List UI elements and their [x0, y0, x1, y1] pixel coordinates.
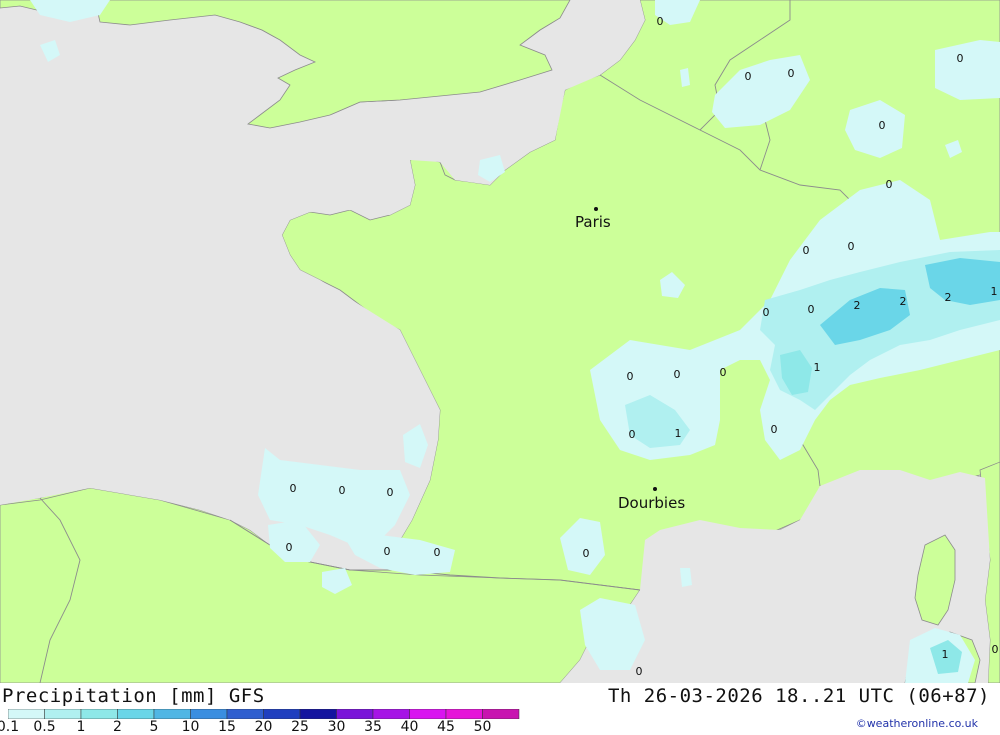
- value-label: 0: [745, 70, 752, 83]
- city-label: Paris: [575, 213, 611, 231]
- value-label: 2: [900, 295, 907, 308]
- value-label: 0: [384, 545, 391, 558]
- value-label: 0: [771, 423, 778, 436]
- validity-time: Th 26-03-2026 18..21 UTC (06+87): [607, 685, 990, 707]
- value-label: 0: [848, 240, 855, 253]
- value-label: 0: [886, 178, 893, 191]
- city-marker: [594, 207, 598, 211]
- credit-text: ©weatheronline.co.uk: [855, 717, 978, 730]
- value-label: 0: [808, 303, 815, 316]
- value-label: 1: [675, 427, 682, 440]
- value-label: 0: [957, 52, 964, 65]
- value-label: 0: [879, 119, 886, 132]
- value-label: 0: [583, 547, 590, 560]
- value-label: 0: [657, 15, 664, 28]
- precip-area: [680, 568, 692, 587]
- value-label: 0: [803, 244, 810, 257]
- value-label: 0: [629, 428, 636, 441]
- legend-swatch: [44, 709, 82, 719]
- legend-swatch: [336, 709, 374, 719]
- legend-swatch: [445, 709, 483, 719]
- map-canvas: Paris Dourbies 0 0 0 0 0 0 0 0 0 0 1 0 2…: [0, 0, 1000, 684]
- legend-colorbar: [8, 709, 520, 719]
- legend-swatch: [190, 709, 228, 719]
- map-footer: Precipitation [mm] GFS Th 26-03-2026 18.…: [0, 683, 1000, 735]
- city-marker: [653, 487, 657, 491]
- value-label: 0: [788, 67, 795, 80]
- legend-swatch: [299, 709, 337, 719]
- value-label: 0: [434, 546, 441, 559]
- value-label: 0: [627, 370, 634, 383]
- legend-swatch: [372, 709, 410, 719]
- legend-swatch: [153, 709, 191, 719]
- value-label: 0: [763, 306, 770, 319]
- legend-swatch: [80, 709, 118, 719]
- map-title: Precipitation [mm] GFS: [2, 685, 265, 707]
- value-label: 0: [636, 665, 643, 678]
- value-label: 0: [286, 541, 293, 554]
- city-label: Dourbies: [618, 494, 685, 512]
- value-label: 1: [991, 285, 998, 298]
- legend-labels: 0.1 0.5 1 2 5 10 15 20 25 30 35 40 45 50: [0, 719, 520, 735]
- value-label: 0: [720, 366, 727, 379]
- value-label: 2: [945, 291, 952, 304]
- legend-swatch: [409, 709, 447, 719]
- precipitation-map: Paris Dourbies 0 0 0 0 0 0 0 0 0 0 1 0 2…: [0, 0, 1000, 684]
- value-label: 2: [854, 299, 861, 312]
- value-label: 1: [814, 361, 821, 374]
- value-label: 0: [674, 368, 681, 381]
- legend-swatch: [8, 709, 45, 719]
- precip-area: [935, 40, 1000, 100]
- legend-swatch: [226, 709, 264, 719]
- legend-swatch: [482, 709, 520, 719]
- legend-swatch: [117, 709, 155, 719]
- value-label: 0: [992, 643, 999, 656]
- value-label: 0: [387, 486, 394, 499]
- value-label: 1: [942, 648, 949, 661]
- value-label: 0: [290, 482, 297, 495]
- legend-swatch: [263, 709, 301, 719]
- value-label: 0: [339, 484, 346, 497]
